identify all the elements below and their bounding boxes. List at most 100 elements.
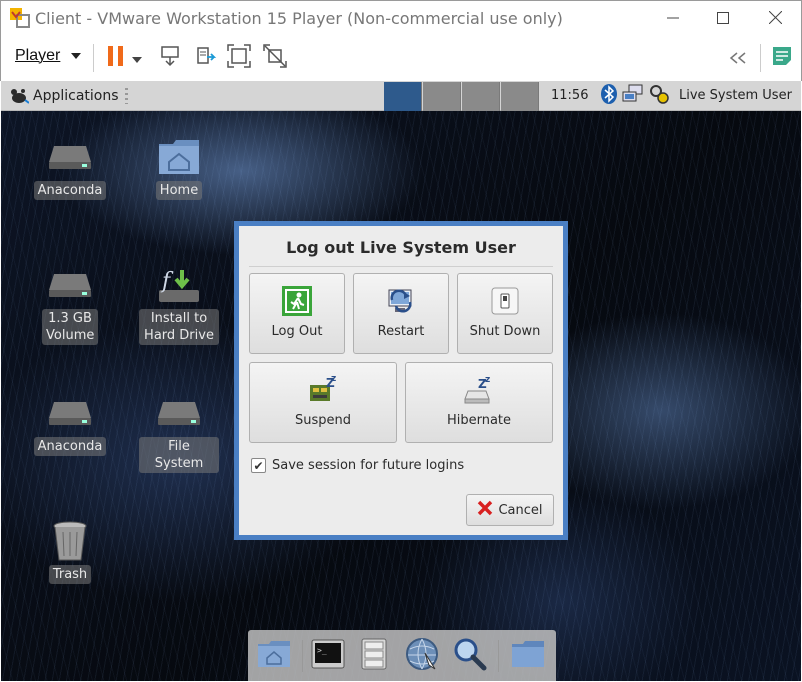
log-out-button[interactable]: Log Out [249, 273, 345, 354]
desktop-icon-label: Anaconda [33, 181, 107, 200]
restart-button[interactable]: Restart [353, 273, 449, 354]
dock-file-manager[interactable] [356, 638, 392, 674]
applications-menu[interactable]: Applications [9, 87, 119, 105]
desktop-icon-trash[interactable]: Trash [30, 521, 110, 584]
save-session-label: Save session for future logins [272, 458, 465, 473]
workspace-1[interactable] [384, 82, 422, 111]
dock-folder[interactable] [510, 638, 546, 674]
desktop-icon-label: Trash [48, 565, 92, 584]
search-icon [453, 637, 487, 675]
desktop-icon-label: File System [139, 437, 219, 473]
updates-icon [648, 83, 670, 109]
home-folder-icon [155, 137, 203, 177]
desktop-icon-label: Anaconda [33, 437, 107, 456]
notes-button[interactable] [769, 45, 795, 71]
removable-devices-button[interactable] [193, 45, 219, 71]
terminal-icon: >_ [311, 639, 345, 673]
suspend-button[interactable]: Zz Suspend [249, 362, 397, 443]
save-session-checkbox[interactable]: ✔ Save session for future logins [251, 458, 464, 473]
option-label: Shut Down [469, 324, 541, 339]
dock-search[interactable] [452, 638, 488, 674]
desktop-icon-1-3gb-volume[interactable]: 1.3 GB Volume [30, 265, 110, 345]
desktop-icon-install-to-hard-drive[interactable]: f Install to Hard Drive [139, 265, 219, 345]
bottom-dock: >_ [248, 630, 556, 681]
send-ctrl-alt-del-icon [160, 45, 182, 71]
full-screen-icon [227, 44, 251, 72]
bluetooth-tray-button[interactable] [598, 84, 620, 108]
file-manager-icon [361, 638, 387, 674]
xfce-mouse-icon [9, 87, 30, 105]
option-label: Hibernate [446, 413, 512, 428]
desktop-icon-label: Home [155, 181, 203, 200]
unity-button[interactable] [262, 44, 288, 72]
desktop-icon-label: Install to Hard Drive [139, 309, 219, 345]
pause-dropdown-button[interactable] [129, 45, 145, 71]
panel-clock[interactable]: 11:56 [551, 88, 588, 103]
drive-icon [46, 393, 94, 433]
vmware-logo-icon [9, 7, 31, 29]
cancel-button[interactable]: Cancel [466, 494, 554, 526]
network-tray-button[interactable] [622, 84, 644, 108]
updates-tray-button[interactable] [648, 84, 670, 108]
network-icon [622, 84, 644, 108]
dock-web-browser[interactable] [404, 638, 440, 674]
workspace-4[interactable] [501, 82, 539, 111]
desktop-icon-label: 1.3 GB Volume [42, 309, 98, 345]
option-label: Restart [377, 324, 425, 339]
hibernate-button[interactable]: Zz Hibernate [405, 362, 553, 443]
restart-icon [386, 286, 416, 316]
install-icon: f [155, 265, 203, 305]
window-title: Client - VMware Workstation 15 Player (N… [35, 9, 563, 28]
panel-grip[interactable] [125, 88, 128, 104]
pause-button[interactable] [103, 45, 129, 71]
desktop-icon-file-system[interactable]: File System [139, 393, 219, 473]
workspace-3[interactable] [462, 82, 500, 111]
shut-down-button[interactable]: Shut Down [457, 273, 553, 354]
minimize-button[interactable] [651, 5, 695, 31]
logout-dialog-body: Log out Live System User Log Out Restart… [239, 226, 563, 535]
pause-icon [107, 45, 125, 71]
logout-dialog: Log out Live System User Log Out Restart… [234, 221, 568, 540]
workspace-2[interactable] [423, 82, 461, 111]
drive-icon [155, 393, 203, 433]
maximize-button[interactable] [701, 5, 745, 31]
svg-text:z: z [331, 375, 336, 384]
drive-icon [46, 265, 94, 305]
player-menu-label: Player [15, 47, 61, 64]
full-screen-button[interactable] [226, 44, 252, 72]
collapse-toolbar-button[interactable] [725, 45, 751, 71]
player-menu[interactable]: Player [15, 47, 81, 65]
dialog-divider [249, 266, 553, 267]
home-folder-icon [257, 640, 291, 672]
checkmark-icon: ✔ [251, 458, 266, 473]
send-ctrl-alt-del-button[interactable] [158, 45, 184, 71]
unity-icon [263, 44, 287, 72]
close-button[interactable] [753, 5, 797, 31]
dropdown-arrow-icon [132, 49, 142, 68]
cancel-label: Cancel [498, 502, 543, 518]
desktop-icon-anaconda[interactable]: Anaconda [30, 137, 110, 200]
window-titlebar: Client - VMware Workstation 15 Player (N… [0, 0, 802, 35]
notes-icon [771, 45, 793, 71]
desktop-icon-anaconda-2[interactable]: Anaconda [30, 393, 110, 456]
maximize-icon [717, 9, 729, 28]
player-toolbar: Player [0, 35, 802, 81]
option-label: Suspend [294, 413, 351, 428]
svg-text:>_: >_ [317, 646, 327, 655]
drive-icon [46, 137, 94, 177]
trash-icon [46, 521, 94, 561]
dock-home-folder[interactable] [256, 638, 292, 674]
dropdown-arrow-icon [70, 47, 81, 64]
guest-screen[interactable]: Applications 11:56 Live System User Anac… [1, 81, 801, 681]
dock-terminal[interactable]: >_ [310, 638, 346, 674]
hibernate-icon: Zz [464, 375, 494, 405]
desktop-icon-home[interactable]: Home [139, 137, 219, 200]
dialog-title: Log out Live System User [286, 238, 516, 257]
svg-text:z: z [485, 375, 490, 385]
suspend-icon: Zz [308, 375, 338, 405]
web-browser-icon [405, 637, 439, 675]
power-switch-icon [490, 286, 520, 316]
exit-icon [282, 286, 312, 316]
applications-label: Applications [33, 88, 119, 104]
panel-user-name[interactable]: Live System User [679, 88, 792, 103]
